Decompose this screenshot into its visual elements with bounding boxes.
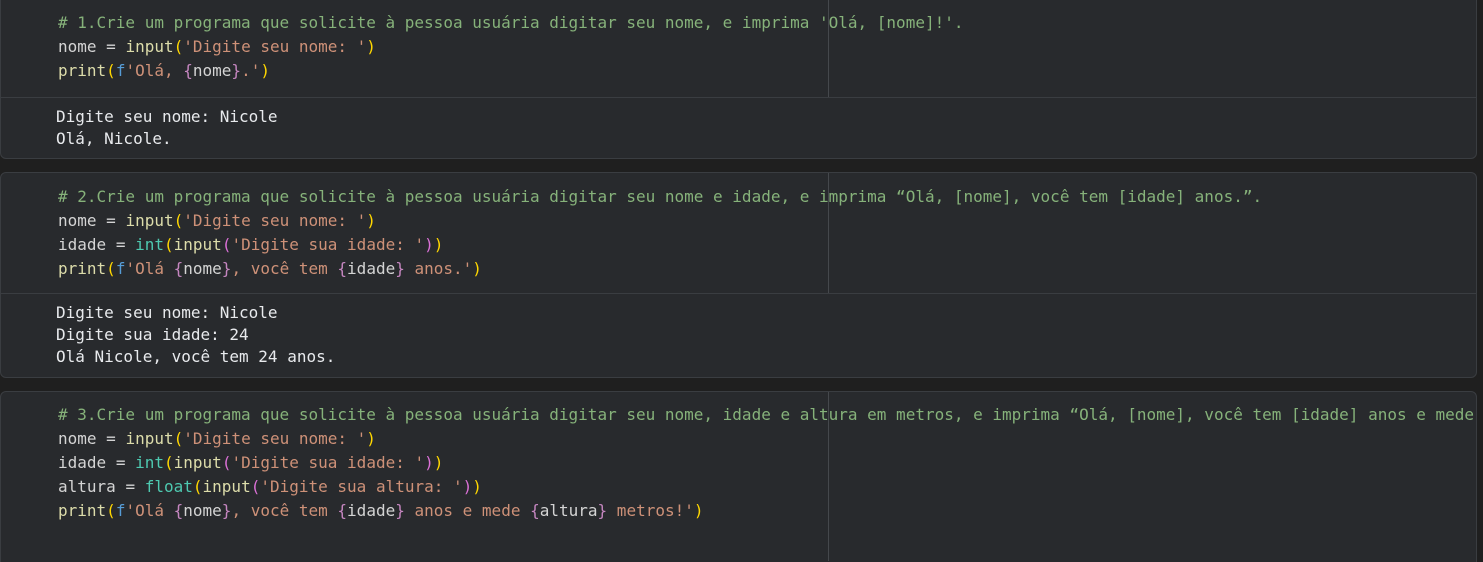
code-comment-line[interactable]: # 2.Crie um programa que solicite à pess…	[58, 185, 1476, 209]
output-line: Digite sua idade: 24	[56, 325, 249, 344]
ruler-line	[828, 392, 829, 561]
code-line[interactable]: nome = input('Digite seu nome: ')	[58, 427, 1476, 451]
output-line: Olá Nicole, você tem 24 anos.	[56, 347, 336, 366]
code-comment-line[interactable]: # 3.Crie um programa que solicite à pess…	[58, 403, 1476, 427]
code-line[interactable]: altura = float(input('Digite sua altura:…	[58, 475, 1476, 499]
code-line[interactable]: idade = int(input('Digite sua idade: '))	[58, 233, 1476, 257]
cell-output: Digite seu nome: Nicole Olá, Nicole.	[1, 98, 1476, 150]
ruler-line	[828, 0, 829, 97]
code-comment-line[interactable]: # 1.Crie um programa que solicite à pess…	[58, 11, 1476, 35]
code-line[interactable]: nome = input('Digite seu nome: ')	[58, 35, 1476, 59]
code-line[interactable]: print(f'Olá {nome}, você tem {idade} ano…	[58, 257, 1476, 281]
cell-output: Digite seu nome: Nicole Digite sua idade:…	[1, 294, 1476, 368]
code-block[interactable]: # 2.Crie um programa que solicite à pess…	[1, 185, 1476, 281]
output-line: Digite seu nome: Nicole	[56, 107, 278, 126]
code-editor[interactable]: # 3.Crie um programa que solicite à pess…	[1, 392, 1476, 561]
notebook-cell-3[interactable]: # 3.Crie um programa que solicite à pess…	[0, 391, 1477, 562]
output-block: Digite seu nome: Nicole Olá, Nicole.	[1, 106, 1476, 150]
notebook-cell-1[interactable]: # 1.Crie um programa que solicite à pess…	[0, 0, 1477, 159]
notebook-page: # 1.Crie um programa que solicite à pess…	[0, 0, 1483, 562]
output-line: Olá, Nicole.	[56, 129, 172, 148]
code-block[interactable]: # 1.Crie um programa que solicite à pess…	[1, 11, 1476, 83]
output-line: Digite seu nome: Nicole	[56, 303, 278, 322]
code-line[interactable]: print(f'Olá {nome}, você tem {idade} ano…	[58, 499, 1476, 523]
code-block[interactable]: # 3.Crie um programa que solicite à pess…	[1, 403, 1476, 523]
ruler-line	[828, 173, 829, 293]
notebook-cell-2[interactable]: # 2.Crie um programa que solicite à pess…	[0, 172, 1477, 378]
code-line[interactable]: idade = int(input('Digite sua idade: '))	[58, 451, 1476, 475]
code-line[interactable]: print(f'Olá, {nome}.')	[58, 59, 1476, 83]
code-line[interactable]: nome = input('Digite seu nome: ')	[58, 209, 1476, 233]
code-editor[interactable]: # 1.Crie um programa que solicite à pess…	[1, 0, 1476, 98]
output-block: Digite seu nome: Nicole Digite sua idade:…	[1, 302, 1476, 368]
code-editor[interactable]: # 2.Crie um programa que solicite à pess…	[1, 173, 1476, 294]
